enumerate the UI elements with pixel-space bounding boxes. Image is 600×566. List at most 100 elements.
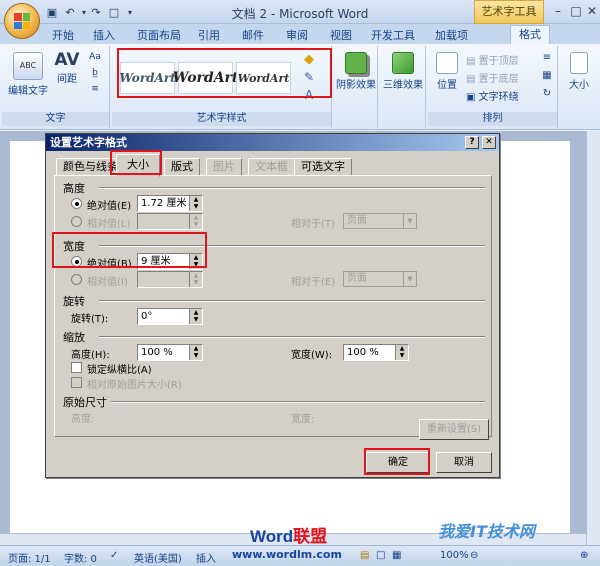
full-screen-icon[interactable]: □ — [376, 550, 385, 561]
line-color-icon[interactable]: ✎ — [302, 70, 316, 84]
tab-home[interactable]: 开始 — [52, 27, 74, 43]
vertical-scrollbar[interactable] — [586, 131, 600, 545]
cancel-button[interactable]: 取消 — [436, 452, 492, 473]
ok-button[interactable]: 确定 — [366, 452, 430, 473]
original-width-label: 宽度: — [291, 414, 315, 425]
minimize-icon[interactable]: – — [548, 2, 568, 20]
tab-review[interactable]: 审阅 — [286, 27, 308, 43]
close-icon[interactable]: ✕ — [582, 2, 600, 20]
width-relative-label: 相对值(I) — [87, 277, 128, 288]
scale-width-spinner[interactable]: ▲ ▼ — [395, 345, 408, 360]
zoom-in-icon[interactable]: ⊕ — [580, 550, 588, 561]
lock-aspect-checkbox[interactable] — [71, 362, 82, 373]
wordart-style-2[interactable]: WordArt — [173, 62, 238, 94]
position-button[interactable]: 位置 — [432, 52, 462, 91]
shadow-icon — [345, 52, 367, 74]
size-button[interactable]: 大小 — [564, 52, 594, 91]
height-absolute-radio[interactable] — [71, 198, 82, 209]
proofing-icon[interactable]: ✓ — [110, 550, 118, 561]
three-d-effects-button[interactable]: 三维效果 — [382, 52, 424, 91]
watermark-brand-word: Word — [250, 527, 294, 546]
zoom-level[interactable]: 100% — [440, 550, 469, 561]
web-layout-icon[interactable]: ▦ — [392, 550, 401, 561]
scale-separator — [99, 336, 485, 338]
insert-mode-status[interactable]: 插入 — [196, 550, 216, 565]
change-shape-icon[interactable]: A — [302, 88, 316, 102]
vertical-text-icon[interactable]: b̲ — [86, 68, 104, 78]
rotate-spinner-arrows[interactable]: ▲ ▼ — [189, 309, 202, 324]
tab-picture: 图片 — [206, 158, 242, 176]
tab-mailings[interactable]: 邮件 — [242, 27, 264, 43]
even-height-icon[interactable]: Aa — [86, 52, 104, 62]
original-size-separator — [111, 401, 485, 403]
text-wrapping-label: 文字环绕 — [478, 92, 519, 103]
spacing-icon: AV — [54, 50, 80, 70]
scale-width-input[interactable]: 100 % ▲ ▼ — [343, 344, 409, 361]
language-status[interactable]: 英语(美国) — [134, 550, 182, 565]
text-group: ABC 编辑文字 AV 间距 Aa b̲ ≡ 文字 — [2, 46, 110, 128]
fill-color-icon[interactable]: ◆ — [302, 52, 316, 67]
edit-text-button[interactable]: ABC 编辑文字 — [6, 52, 50, 97]
spacing-button[interactable]: AV 间距 — [52, 50, 82, 85]
print-layout-icon[interactable]: ▤ — [360, 550, 369, 561]
group-icon[interactable]: ▦ — [540, 70, 554, 81]
bring-to-front-button[interactable]: ▤ 置于顶层 — [466, 52, 519, 67]
width-absolute-value: 9 厘米 — [141, 256, 171, 267]
dialog-title: 设置艺术字格式 — [50, 136, 127, 149]
zoom-out-icon[interactable]: ⊖ — [470, 550, 478, 561]
height-relative-radio — [71, 216, 82, 227]
shadow-effects-button[interactable]: 阴影效果 — [336, 52, 376, 91]
wordart-style-3[interactable]: WordArt — [236, 62, 291, 94]
width-spinner-arrows[interactable]: ▲ ▼ — [189, 254, 202, 269]
width-absolute-label: 绝对值(B) — [87, 259, 132, 270]
arrange-group: 位置 ▤ 置于顶层 ▤ 置于底层 ▣ 文字环绕 ≡ ▦ ↻ 排列 — [428, 46, 558, 128]
tab-addins[interactable]: 加载项 — [435, 27, 468, 43]
help-icon[interactable]: ? — [465, 136, 479, 149]
size-tab-panel: 高度 绝对值(E) 1.72 厘米 ▲ ▼ 相对值(L) ▲ ▼ 相对于(T) 页面 ▼… — [54, 175, 492, 440]
wordart-styles-group: WordArt WordArt WordArt ◆ ✎ A 艺术字样式 — [112, 46, 332, 128]
position-icon — [436, 52, 458, 74]
tab-references[interactable]: 引用 — [198, 27, 220, 43]
office-button[interactable] — [4, 3, 40, 39]
page-count[interactable]: 页面: 1/1 — [8, 550, 51, 565]
align-text-icon[interactable]: ≡ — [86, 84, 104, 94]
wordlm-watermark: Word联盟 — [250, 522, 327, 547]
wordart-style-1[interactable]: WordArt — [119, 62, 176, 94]
scale-height-spinner[interactable]: ▲ ▼ — [189, 345, 202, 360]
tab-colors-lines[interactable]: 颜色与线条 — [56, 158, 125, 176]
three-d-icon — [392, 52, 414, 74]
scale-width-value: 100 % — [347, 347, 379, 358]
width-separator — [99, 245, 485, 247]
height-separator — [99, 187, 485, 189]
text-wrapping-button[interactable]: ▣ 文字环绕 — [466, 88, 519, 103]
rotate-icon[interactable]: ↻ — [540, 88, 554, 99]
send-to-back-label: 置于底层 — [478, 74, 519, 85]
width-absolute-input[interactable]: 9 厘米 ▲ ▼ — [137, 253, 203, 270]
height-relative-label: 相对值(L) — [87, 219, 131, 230]
height-relative-to-label: 相对于(T) — [291, 219, 335, 230]
align-icon[interactable]: ≡ — [540, 52, 554, 63]
scale-height-input[interactable]: 100 % ▲ ▼ — [137, 344, 203, 361]
bring-to-front-label: 置于顶层 — [478, 56, 519, 67]
edit-text-label: 编辑文字 — [8, 86, 48, 97]
tab-layout[interactable]: 版式 — [164, 158, 200, 176]
tab-developer[interactable]: 开发工具 — [371, 27, 415, 43]
tab-view[interactable]: 视图 — [330, 27, 352, 43]
width-absolute-radio[interactable] — [71, 256, 82, 267]
send-to-back-button[interactable]: ▤ 置于底层 — [466, 70, 519, 85]
height-spinner-arrows[interactable]: ▲ ▼ — [189, 196, 202, 211]
tab-size[interactable]: 大小 — [116, 154, 160, 177]
rotate-input[interactable]: 0° ▲ ▼ — [137, 308, 203, 325]
relative-original-label: 相对原始图片大小(R) — [87, 380, 182, 391]
tab-alt-text[interactable]: 可选文字 — [294, 158, 352, 176]
tab-insert[interactable]: 插入 — [93, 27, 115, 43]
tab-page-layout[interactable]: 页面布局 — [137, 27, 181, 43]
word-count[interactable]: 字数: 0 — [64, 550, 97, 565]
rotate-separator — [99, 300, 485, 302]
wordart-styles-label: 艺术字样式 — [112, 112, 331, 126]
size-label: 大小 — [569, 80, 589, 91]
shadow-effects-label: 阴影效果 — [336, 80, 376, 91]
height-absolute-input[interactable]: 1.72 厘米 ▲ ▼ — [137, 195, 203, 212]
dialog-close-icon[interactable]: ✕ — [482, 136, 496, 149]
tab-format[interactable]: 格式 — [510, 25, 550, 44]
